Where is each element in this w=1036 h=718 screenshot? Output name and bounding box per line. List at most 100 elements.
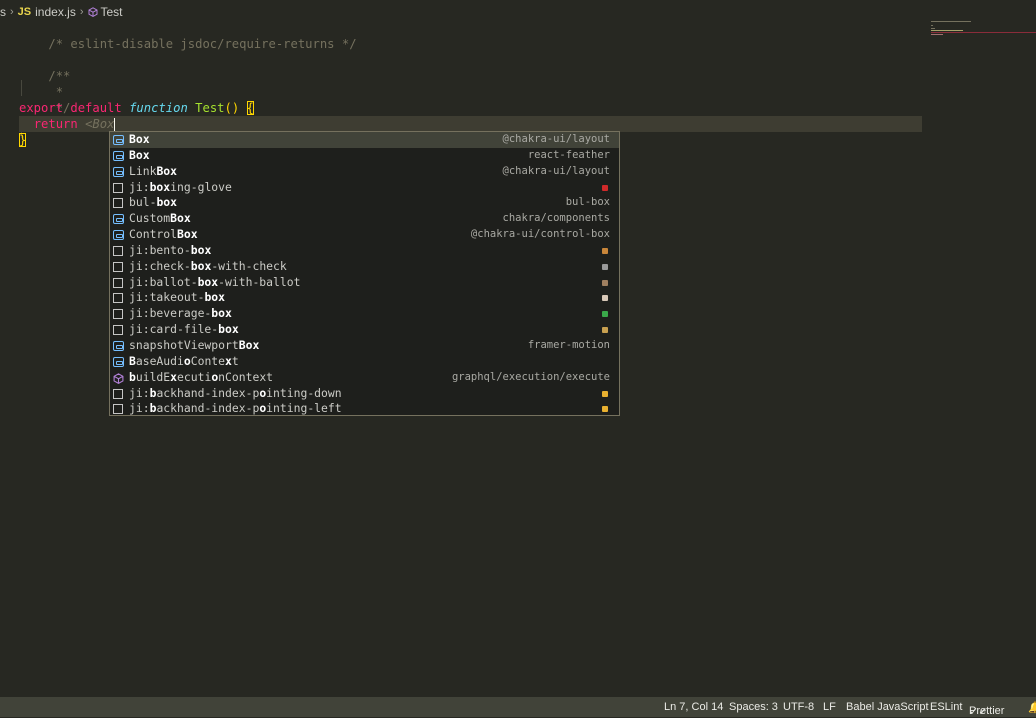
breadcrumb-symbol[interactable]: Test [101,5,123,19]
suggestion-source: chakra/components [502,212,610,225]
code-line-1: /* eslint-disable jsdoc/require-returns … [48,37,357,51]
text-icon [113,198,123,209]
text-icon [113,245,123,256]
suggestion-item[interactable]: ji:takeout-box [110,290,619,306]
code-line-7: return <Box [33,117,116,132]
breadcrumb-folder[interactable]: s [0,5,6,19]
reference-icon [113,356,124,367]
method-icon [113,372,124,384]
text-icon [113,404,123,415]
suggestion-item[interactable]: ji:boxing-glove [110,180,619,196]
suggestion-item[interactable]: ji:card-file-box [110,322,619,338]
reference-icon [113,135,124,145]
emoji-preview-icon [602,311,608,318]
code-line-4: * [48,85,64,99]
suggestion-label: Box [129,132,150,146]
suggestion-label: snapshotViewportBox [129,337,260,352]
suggestion-item[interactable]: bul-box bul-box [110,195,619,211]
minimap[interactable] [928,19,1036,39]
matching-bracket: } [19,133,27,147]
text-icon [113,261,123,272]
suggestion-label: LinkBox [129,163,178,178]
suggestion-item[interactable]: Box react-feather [110,148,619,164]
suggestion-label: ji:takeout-box [129,290,226,305]
emoji-preview-icon [602,295,608,302]
autocomplete-suggestions[interactable]: Box @chakra-ui/layout Box react-feather Link… [109,131,620,416]
suggestion-item[interactable]: LinkBox @chakra-ui/layout [110,164,619,180]
suggestion-source: bul-box [565,196,610,209]
emoji-preview-icon [602,406,608,413]
bell-icon[interactable]: 🔔 [1028,701,1036,714]
emoji-preview-icon [602,263,608,270]
reference-icon [113,150,124,161]
suggestion-item[interactable]: ji:beverage-box [110,306,619,322]
chevron-right-icon: › [79,6,84,18]
text-icon [113,277,123,288]
emoji-preview-icon [602,279,608,286]
cursor-position[interactable]: Ln 7, Col 14 [664,701,723,713]
suggestion-label: ji:bento-box [129,242,212,257]
text-icon [113,182,123,193]
indentation-setting[interactable]: Spaces: 3 [729,701,778,713]
suggestion-item[interactable]: ji:backhand-index-pointing-left [110,401,619,416]
suggestion-label: BaseAudioContext [129,353,239,368]
suggestion-label: ji:beverage-box [129,306,232,321]
breadcrumb-file[interactable]: index.js [35,5,76,19]
suggestion-item[interactable]: ControlBox @chakra-ui/control-box [110,227,619,243]
reference-icon [113,340,124,351]
suggestion-item[interactable]: CustomBox chakra/components [110,211,619,227]
suggestion-item[interactable]: Box @chakra-ui/layout [110,132,619,148]
emoji-preview-icon [602,184,608,191]
cube-icon [88,7,97,17]
suggestion-label: ji:check-box-with-check [129,258,287,273]
suggestion-label: ji:backhand-index-pointing-left [129,401,342,416]
status-bar: Ln 7, Col 14 Spaces: 3 UTF-8 LF Babel Ja… [0,697,1036,718]
suggestion-source: @chakra-ui/layout [502,133,610,145]
reference-icon [113,214,124,225]
emoji-preview-icon [602,390,608,397]
code-line-5: */ [48,101,71,115]
code-line-8: } [19,132,27,148]
text-icon [113,325,123,336]
suggestion-label: ControlBox [129,227,198,242]
end-of-line-setting[interactable]: LF [823,701,836,713]
code-line-3: /** [48,69,71,83]
suggestion-item[interactable]: BaseAudioContext [110,354,619,370]
language-mode[interactable]: Babel JavaScript [846,701,929,713]
suggestion-source: graphql/execution/execute [451,370,610,383]
suggestion-label: CustomBox [129,211,191,226]
breadcrumb: s › JS index.js › Test [0,3,900,21]
suggestion-item[interactable]: ji:check-box-with-check [110,259,619,275]
emoji-preview-icon [602,247,608,254]
emoji-preview-icon [602,327,608,334]
suggestion-item[interactable]: ji:ballot-box-with-ballot [110,275,619,291]
current-line-highlight [19,116,922,132]
suggestion-item[interactable]: ji:bento-box [110,243,619,259]
suggestion-item[interactable]: ji:backhand-index-pointing-down [110,386,619,402]
text-icon [113,309,123,320]
suggestion-label: bul-box [129,195,178,210]
suggestion-item[interactable]: snapshotViewportBox framer-motion [110,338,619,354]
reference-icon [113,166,124,177]
suggestion-label: ji:boxing-glove [129,179,232,194]
suggestion-label: buildExecutionContext [129,369,274,384]
suggestion-source: framer-motion [527,338,610,351]
suggestion-label: ji:ballot-box-with-ballot [129,274,301,289]
code-line-6: export default function Test() { [19,101,254,115]
text-icon [113,388,123,399]
suggestion-label: ji:backhand-index-pointing-down [129,385,342,400]
javascript-file-icon: JS [17,6,32,18]
suggestion-source: @chakra-ui/control-box [470,228,610,241]
eslint-status[interactable]: ESLint [930,701,962,713]
encoding-setting[interactable]: UTF-8 [783,701,814,713]
matching-bracket: { [246,101,254,115]
text-cursor [114,117,116,132]
text-icon [113,293,123,304]
suggestion-label: ji:card-file-box [129,322,239,337]
reference-icon [113,230,124,241]
chevron-right-icon: › [10,6,14,18]
suggestion-label: Box [129,147,150,162]
suggestion-source: react-feather [527,148,610,161]
suggestion-source: @chakra-ui/layout [502,164,610,177]
suggestion-item[interactable]: buildExecutionContext graphql/execution/e… [110,370,619,386]
